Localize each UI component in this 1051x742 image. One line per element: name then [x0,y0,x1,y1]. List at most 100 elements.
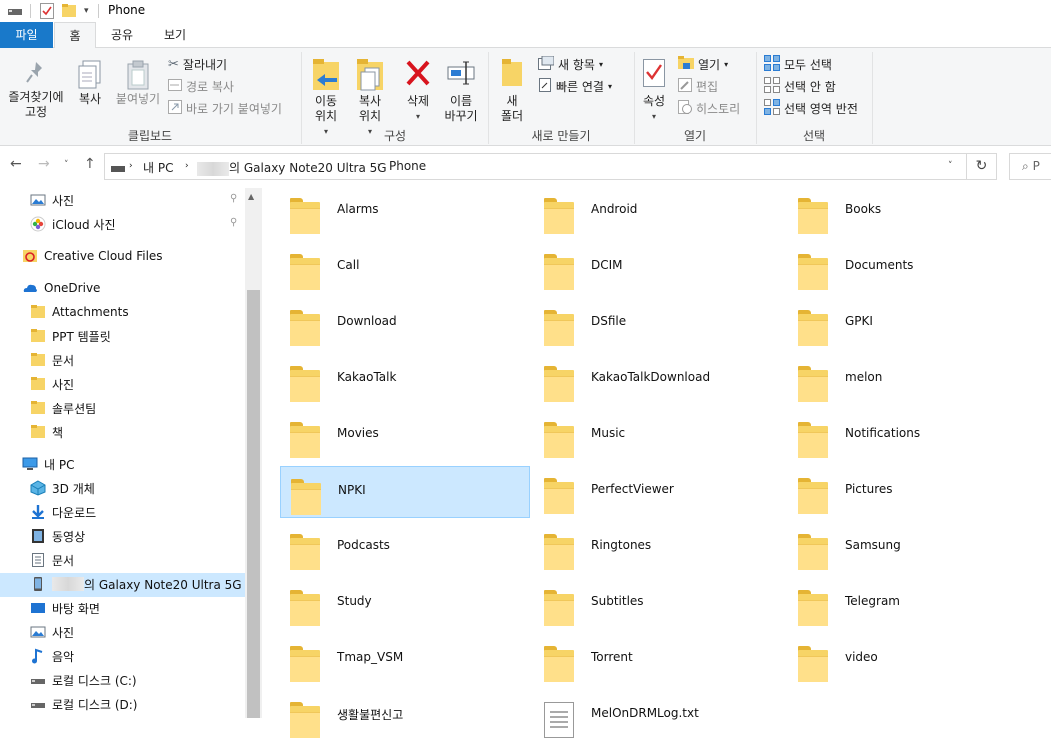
nav-item[interactable]: OneDrive [22,277,100,299]
folder-item[interactable]: PerfectViewer [534,466,784,518]
nav-item[interactable]: 사진 [30,373,74,395]
nav-item[interactable]: 문서 [30,549,74,571]
folder-item[interactable]: DSfile [534,298,784,350]
nav-item[interactable]: iCloud 사진 [30,213,116,235]
nav-item[interactable]: Attachments [30,301,129,323]
nav-item[interactable]: 음악 [30,645,74,667]
folder-item[interactable]: Documents [788,242,1038,294]
folder-item[interactable]: 생활불편신고 [280,690,530,742]
folder-item[interactable]: Tmap_VSM [280,634,530,686]
select-all-button[interactable]: 모두 선택 [764,54,832,74]
easy-access-label: 빠른 연결 [556,79,604,94]
properties-button[interactable]: 속성 ▾ [638,58,670,124]
folder-item[interactable]: Telegram [788,578,1038,630]
select-none-button[interactable]: 선택 안 함 [764,76,836,96]
folder-item[interactable]: Alarms [280,186,530,238]
paste-shortcut-button[interactable]: 바로 가기 붙여넣기 [168,98,282,118]
folder-item[interactable]: Music [534,410,784,462]
folder-item[interactable]: DCIM [534,242,784,294]
back-arrow-icon[interactable]: ← [10,156,22,172]
folder-item[interactable]: KakaoTalk [280,354,530,406]
properties-quick-icon[interactable] [40,2,54,20]
nav-item[interactable]: 바탕 화면 [30,597,100,619]
rename-button[interactable]: 이름 바꾸기 [440,58,482,124]
history-button[interactable]: 히스토리 [678,98,740,118]
folder-item[interactable]: video [788,634,1038,686]
nav-item-label: PPT 템플릿 [52,329,111,344]
nav-item[interactable]: 동영상 [30,525,85,547]
nav-item[interactable]: PPT 템플릿 [30,325,111,347]
breadcrumb-device[interactable]: 의 Galaxy Note20 Ultra 5G [197,159,387,176]
address-bar[interactable]: › 내 PC › 의 Galaxy Note20 Ultra 5G › Phon… [104,153,967,180]
nav-item[interactable]: 로컬 디스크 (C:) [30,669,137,691]
nav-item[interactable]: 사진 [30,189,74,211]
tab-view[interactable]: 보기 [152,22,198,48]
tab-file[interactable]: 파일 [0,22,53,48]
nav-item[interactable]: 3D 개체 [30,477,95,499]
copy-path-button[interactable]: 경로 복사 [168,76,234,96]
folder-item[interactable]: Movies [280,410,530,462]
paste-button[interactable]: 붙여넣기 [112,60,164,107]
new-item-button[interactable]: 새 항목 ▾ [538,54,603,74]
folder-item[interactable]: KakaoTalkDownload [534,354,784,406]
folder-item[interactable]: Pictures [788,466,1038,518]
move-to-label: 이동 위치 [314,94,338,123]
nav-scrollbar-thumb[interactable] [247,290,260,718]
nav-item[interactable]: 사진 [30,621,74,643]
folder-item[interactable]: Ringtones [534,522,784,574]
folder-item[interactable]: Study [280,578,530,630]
invert-selection-button[interactable]: 선택 영역 반전 [764,98,858,118]
rename-label: 이름 바꾸기 [444,94,478,123]
delete-button[interactable]: 삭제 ▾ [400,58,436,124]
search-input[interactable]: ⌕ P [1009,153,1051,180]
folder-item[interactable]: Torrent [534,634,784,686]
nav-item[interactable]: Creative Cloud Files [22,245,163,267]
folder-item[interactable]: Call [280,242,530,294]
folder-item[interactable]: Android [534,186,784,238]
nav-item[interactable]: 의 Galaxy Note20 Ultra 5G [30,573,242,595]
delete-icon [400,58,436,94]
new-folder-icon [494,58,530,94]
easy-access-button[interactable]: 빠른 연결 ▾ [538,76,612,96]
nav-item[interactable]: 로컬 디스크 (D:) [30,693,137,715]
folder-item[interactable]: NPKI [280,466,530,518]
forward-arrow-icon[interactable]: → [38,156,50,172]
nav-item[interactable]: 책 [30,421,63,443]
up-arrow-icon[interactable]: ↑ [84,156,96,172]
pin-to-quick-access-button[interactable]: 즐겨찾기에 고정 [4,60,68,120]
folder-item[interactable]: Download [280,298,530,350]
edit-button[interactable]: 편집 [678,76,718,96]
copy-button[interactable]: 복사 [72,60,108,107]
recent-locations-icon[interactable]: ˅ [64,160,69,170]
nav-item[interactable]: 내 PC [22,453,74,475]
folder-item[interactable]: GPKI [788,298,1038,350]
nav-item[interactable]: 다운로드 [30,501,96,523]
breadcrumb-this-pc[interactable]: 내 PC [143,159,173,176]
folder-item[interactable]: Books [788,186,1038,238]
refresh-icon[interactable]: ↻ [967,153,997,180]
tab-share[interactable]: 공유 [100,22,144,48]
scroll-up-icon[interactable]: ▲ [248,192,254,201]
history-label: 히스토리 [696,101,741,116]
folder-item[interactable]: Notifications [788,410,1038,462]
folder-item[interactable]: melon [788,354,1038,406]
drive-icon [30,672,46,688]
folder-item[interactable]: Podcasts [280,522,530,574]
quick-access-dropdown-icon[interactable]: ▾ [84,2,89,20]
item-name: Ringtones [591,538,652,552]
folder-item[interactable]: Samsung [788,522,1038,574]
new-folder-quick-icon[interactable] [62,2,76,20]
file-item[interactable]: MelOnDRMLog.txt [534,690,784,742]
nav-item[interactable]: 솔루션팀 [30,397,96,419]
tab-home[interactable]: 홈 [54,22,96,49]
new-folder-button[interactable]: 새 폴더 [494,58,530,124]
address-dropdown-icon[interactable]: ˅ [948,161,953,171]
folder-item[interactable]: Subtitles [534,578,784,630]
cut-button[interactable]: ✂ 잘라내기 [168,54,227,74]
breadcrumb-phone[interactable]: Phone [389,159,426,173]
window-title: Phone [108,3,146,17]
open-button[interactable]: 열기 ▾ [678,54,728,74]
nav-item-label: OneDrive [44,281,101,295]
folder-icon [798,646,828,682]
nav-item[interactable]: 문서 [30,349,74,371]
